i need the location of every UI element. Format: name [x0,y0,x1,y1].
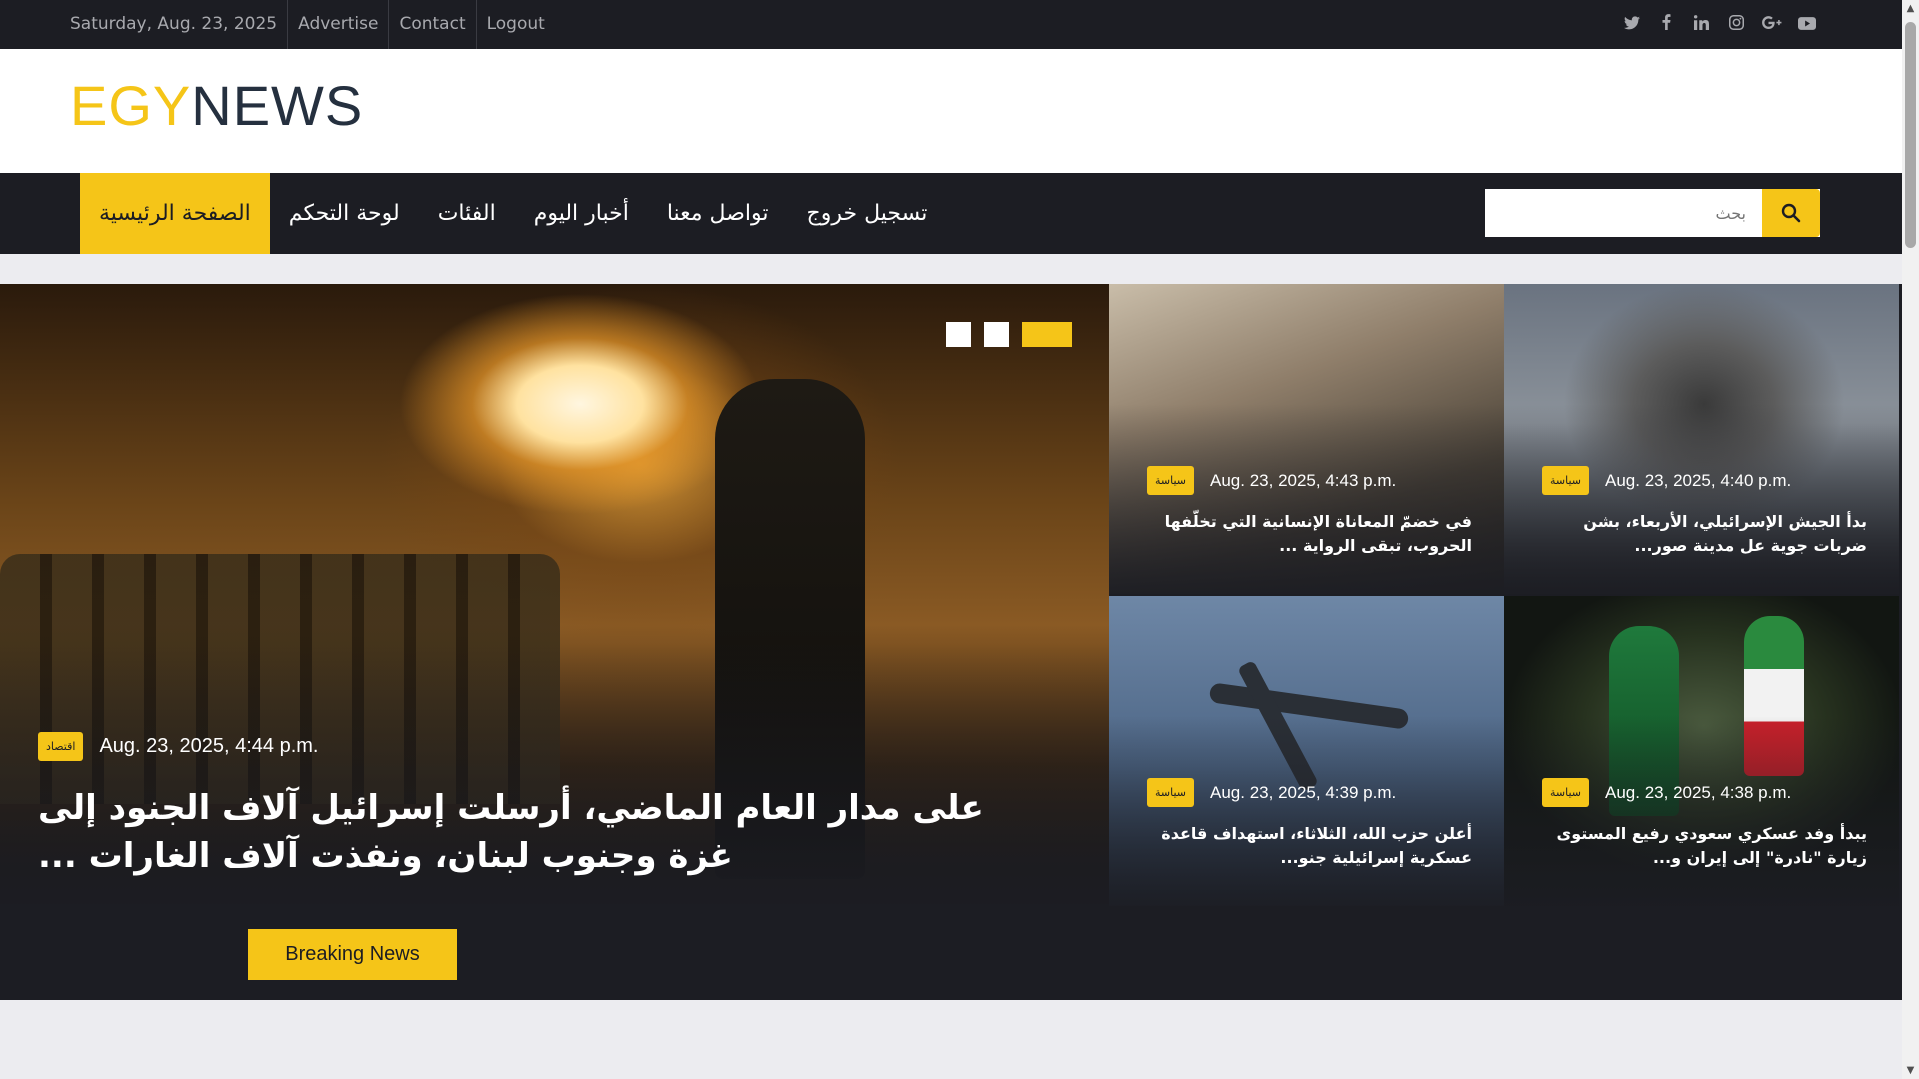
slider-dot[interactable] [946,322,971,347]
image-overlay [1109,716,1504,906]
spacer [0,254,1902,284]
news-card[interactable]: سياسة Aug. 23, 2025, 4:40 p.m. بدأ الجيش… [1504,284,1899,594]
top-bar: Saturday, Aug. 23, 2025 Advertise Contac… [0,0,1902,49]
facebook-icon[interactable] [1649,14,1684,35]
social-links [1614,0,1824,49]
logo-bar: EGYNEWS [0,49,1902,173]
main-story-meta: اقتصاد Aug. 23, 2025, 4:44 p.m. [38,732,318,761]
logout-link[interactable]: Logout [477,0,555,49]
nav-item-contact[interactable]: تواصل معنا [648,173,788,254]
nav-item-home[interactable]: الصفحة الرئيسية [80,173,270,254]
nav-item-today-news[interactable]: أخبار اليوم [515,173,648,254]
google-plus-icon[interactable] [1754,15,1789,35]
news-card[interactable]: سياسة Aug. 23, 2025, 4:38 p.m. يبدأ وفد … [1504,596,1899,906]
scroll-down-arrow-icon[interactable]: ▼ [1902,1062,1919,1079]
nav-item-dashboard[interactable]: لوحة التحكم [270,173,419,254]
news-card-meta: سياسة Aug. 23, 2025, 4:38 p.m. [1542,778,1791,807]
image-overlay [1504,404,1899,594]
news-card[interactable]: سياسة Aug. 23, 2025, 4:43 p.m. في خضمّ ا… [1109,284,1504,594]
news-card-title[interactable]: أعلن حزب الله، الثلاثاء، استهداف قاعدة ع… [1147,822,1472,870]
site-logo[interactable]: EGYNEWS [70,73,363,138]
story-date: Aug. 23, 2025, 4:44 p.m. [99,735,319,757]
slider-dot[interactable] [984,322,1009,347]
news-card-title[interactable]: يبدأ وفد عسكري سعودي رفيع المستوى زيارة … [1542,822,1867,870]
news-card-title[interactable]: بدأ الجيش الإسرائيلي، الأربعاء، بشن ضربا… [1542,510,1867,558]
scrollbar-thumb[interactable] [1905,22,1916,248]
search-button[interactable] [1762,189,1820,237]
category-badge[interactable]: سياسة [1542,778,1590,807]
scrollbar[interactable]: ▲ ▼ [1902,0,1919,1079]
twitter-icon[interactable] [1614,15,1649,35]
category-badge[interactable]: اقتصاد [38,732,84,761]
contact-link[interactable]: Contact [389,0,477,49]
search-input[interactable] [1485,189,1762,237]
search-box [1485,189,1820,237]
category-badge[interactable]: سياسة [1147,778,1195,807]
story-date: Aug. 23, 2025, 4:43 p.m. [1210,470,1397,490]
nav-item-logout[interactable]: تسجيل خروج [788,173,947,254]
search-icon [1781,203,1801,223]
slider-dot-active[interactable] [1022,322,1072,347]
news-card-title[interactable]: في خضمّ المعاناة الإنسانية التي تخلّفها … [1147,510,1472,558]
youtube-icon[interactable] [1789,15,1824,35]
logo-part-news: NEWS [191,74,364,137]
news-card-meta: سياسة Aug. 23, 2025, 4:43 p.m. [1147,466,1396,495]
scroll-up-arrow-icon[interactable]: ▲ [1902,0,1919,17]
current-date: Saturday, Aug. 23, 2025 [70,0,289,49]
main-story-title[interactable]: على مدار العام الماضي، أرسلت إسرائيل آلا… [38,784,1038,880]
instagram-icon[interactable] [1719,14,1754,35]
story-date: Aug. 23, 2025, 4:39 p.m. [1210,782,1397,802]
nav-item-categories[interactable]: الفئات [419,173,515,254]
main-nav: الصفحة الرئيسية لوحة التحكم الفئات أخبار… [0,173,1902,254]
image-overlay [1504,716,1899,906]
logo-part-egy: EGY [70,74,192,137]
news-card-meta: سياسة Aug. 23, 2025, 4:39 p.m. [1147,778,1396,807]
news-card[interactable]: سياسة Aug. 23, 2025, 4:39 p.m. أعلن حزب … [1109,596,1504,906]
slider-dots [946,322,1072,347]
category-badge[interactable]: سياسة [1542,466,1590,495]
breaking-news-button[interactable]: Breaking News [248,929,457,980]
category-badge[interactable]: سياسة [1147,466,1195,495]
news-card-meta: سياسة Aug. 23, 2025, 4:40 p.m. [1542,466,1791,495]
top-links: Saturday, Aug. 23, 2025 Advertise Contac… [70,0,555,49]
story-date: Aug. 23, 2025, 4:40 p.m. [1605,470,1792,490]
linkedin-icon[interactable] [1684,14,1719,35]
advertise-link[interactable]: Advertise [288,0,390,49]
story-date: Aug. 23, 2025, 4:38 p.m. [1605,782,1792,802]
nav-menu: الصفحة الرئيسية لوحة التحكم الفئات أخبار… [80,173,946,254]
image-overlay [1109,404,1504,594]
hero-section: اقتصاد Aug. 23, 2025, 4:44 p.m. على مدار… [0,284,1902,1000]
main-story[interactable]: اقتصاد Aug. 23, 2025, 4:44 p.m. على مدار… [0,284,1109,904]
